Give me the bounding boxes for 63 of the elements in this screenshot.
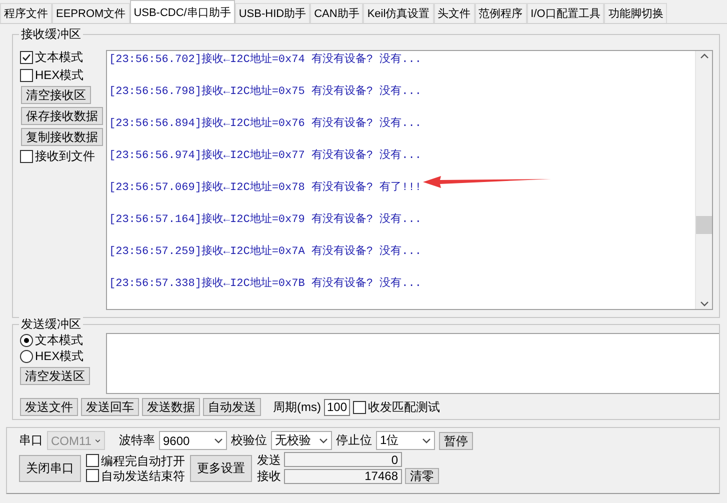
tab[interactable]: 头文件 xyxy=(434,3,475,23)
tab[interactable]: 功能脚切换 xyxy=(604,3,668,23)
pause-button[interactable]: 暂停 xyxy=(439,432,473,450)
tab[interactable]: CAN助手 xyxy=(310,3,364,23)
button[interactable]: 发送回车 xyxy=(81,398,139,416)
scrollbar[interactable] xyxy=(695,51,712,309)
button[interactable]: 发送数据 xyxy=(142,398,200,416)
log-line: [23:56:56.974]接收←I2C地址=0x77 有没有设备? 没有... xyxy=(109,149,422,164)
checkbox[interactable]: 自动发送结束符 xyxy=(86,468,185,482)
checkbox[interactable]: 接收到文件 xyxy=(20,149,95,164)
port-label: 串口 xyxy=(19,432,43,449)
group-title: 发送缓冲区 xyxy=(19,317,83,332)
tab[interactable]: Keil仿真设置 xyxy=(363,3,434,23)
log-line: [23:56:56.894]接收←I2C地址=0x76 有没有设备? 没有... xyxy=(109,117,422,132)
radio-button[interactable]: HEX模式 xyxy=(20,349,84,364)
dropdown[interactable]: 1位 xyxy=(376,431,435,450)
group-title: 接收缓冲区 xyxy=(19,27,83,42)
send-text-area[interactable] xyxy=(106,333,719,394)
tab[interactable]: 程序文件 xyxy=(0,3,52,23)
tab[interactable]: USB-CDC/串口助手 xyxy=(130,0,235,23)
dropdown-caret-icon xyxy=(214,438,223,444)
log-line: [23:56:56.798]接收←I2C地址=0x75 有没有设备? 没有... xyxy=(109,85,422,100)
checkbox[interactable]: HEX模式 xyxy=(20,68,84,83)
tab[interactable]: I/O口配置工具 xyxy=(526,3,604,23)
dropdown[interactable]: 9600 xyxy=(159,431,227,450)
log-line: [23:56:57.069]接收←I2C地址=0x78 有没有设备? 有了!!! xyxy=(109,181,422,196)
button[interactable]: 复制接收数据 xyxy=(21,128,103,146)
checkmark-icon xyxy=(22,53,31,62)
checkbox[interactable]: 文本模式 xyxy=(20,50,83,65)
log-line: [23:56:57.164]接收←I2C地址=0x79 有没有设备? 没有... xyxy=(109,213,422,228)
log-line: [23:56:57.259]接收←I2C地址=0x7A 有没有设备? 没有... xyxy=(109,245,422,260)
scrollbar-thumb[interactable] xyxy=(696,216,712,234)
checkbox[interactable]: 编程完自动打开 xyxy=(86,454,185,468)
scroll-up-icon[interactable] xyxy=(700,53,708,59)
close-port-button[interactable]: 关闭串口 xyxy=(19,454,81,482)
checkbox[interactable]: 收发匹配测试 xyxy=(353,400,440,414)
dropdown-caret-icon xyxy=(95,438,101,444)
button[interactable]: 清空接收区 xyxy=(21,86,91,104)
button[interactable]: 保存接收数据 xyxy=(21,107,103,125)
button[interactable]: 发送文件 xyxy=(20,398,78,416)
reset-button[interactable]: 清零 xyxy=(405,468,439,484)
tab[interactable]: 范例程序 xyxy=(474,3,527,23)
parity-label: 校验位 xyxy=(231,432,267,449)
button[interactable]: 自动发送 xyxy=(203,398,261,416)
received-count-field: 17468 xyxy=(284,468,402,484)
dropdown[interactable]: 无校验 xyxy=(271,431,332,450)
tab[interactable]: EEPROM文件 xyxy=(52,3,130,23)
radio-button[interactable]: 文本模式 xyxy=(20,333,83,348)
sent-count-field: 0 xyxy=(284,452,402,467)
log-line: [23:56:56.702]接收←I2C地址=0x74 有没有设备? 没有... xyxy=(109,53,422,68)
sent-label: 发送 xyxy=(257,452,281,466)
dropdown-caret-icon xyxy=(319,438,328,444)
period-label: 周期(ms) xyxy=(273,398,321,416)
received-label: 接收 xyxy=(257,469,281,483)
log-line: [23:56:57.338]接收←I2C地址=0x7B 有没有设备? 没有... xyxy=(109,277,422,292)
scroll-down-icon[interactable] xyxy=(700,301,708,307)
more-settings-button[interactable]: 更多设置 xyxy=(190,454,252,482)
stop-bits-label: 停止位 xyxy=(336,432,372,449)
button[interactable]: 清空发送区 xyxy=(20,367,90,385)
dropdown-caret-icon xyxy=(422,438,431,444)
tab[interactable]: USB-HID助手 xyxy=(234,3,310,23)
baud-rate-label: 波特率 xyxy=(119,432,155,449)
period-field[interactable]: 100 xyxy=(324,398,350,416)
